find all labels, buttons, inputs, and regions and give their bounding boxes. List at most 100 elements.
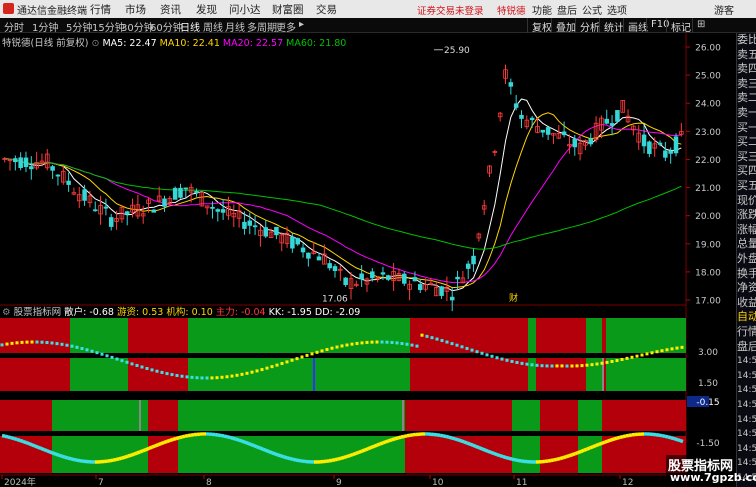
indicator-wave [463,440,468,445]
indicator-dot [135,363,139,367]
chevron-right-icon[interactable]: ▸ [299,19,304,30]
candle-body [247,220,253,226]
menu-item-xiaoda[interactable]: 问小达 [229,2,261,17]
period-tab[interactable]: 周线 [203,19,223,34]
quote-panel-item[interactable]: 14:50 [737,456,756,471]
quote-panel-item[interactable]: 14:50 [737,427,756,442]
indicator-band [52,400,148,431]
quote-panel-item[interactable]: 14:50 [737,354,756,369]
quote-panel-item[interactable]: 涨跌 [737,208,756,223]
quote-panel-item[interactable]: 买一 [737,121,756,136]
formula-button[interactable]: 公式 [582,2,602,17]
quote-panel-item[interactable]: 买五 [737,179,756,194]
quote-panel-item[interactable]: 14:50 [737,442,756,457]
indicator-band [0,400,52,431]
indicator-dot [110,355,114,359]
indicator-band [148,400,178,431]
settings-icon[interactable]: ⊙ [91,38,99,49]
quote-panel-item[interactable]: 换手 [737,267,756,282]
quote-panel-item[interactable]: 卖四 [737,62,756,77]
candle-body [540,129,546,133]
indicator-dot [425,334,429,338]
indicator-wave [28,442,33,447]
indicator-wave [658,433,663,438]
indicator-dot [590,363,594,367]
quote-panel-item[interactable]: 14:50 [737,398,756,413]
guest-button[interactable]: 游客 [714,2,734,17]
indicator-wave [7,435,12,440]
candle-body [508,82,514,87]
indicator-band [536,318,586,353]
indicator-wave [574,450,579,456]
period-tab[interactable]: 1分钟 [32,19,58,34]
candle-body [370,271,375,279]
quote-panel-item[interactable]: 涨幅 [737,223,756,238]
quote-panel-item[interactable]: 总量 [737,237,756,252]
menu-item-market[interactable]: 行情 [90,2,111,17]
grid-icon[interactable]: ⊞ [692,18,709,33]
indicator-dot [140,365,144,369]
indicator-item-kk: KK: -1.95 [268,307,312,318]
indicator-dot [505,358,509,362]
period-tab[interactable]: 5分钟 [66,19,92,34]
period-tab[interactable]: 30分钟 [121,19,154,34]
period-tab[interactable]: 分时 [4,19,24,34]
quote-panel-item[interactable]: 14:50 [737,369,756,384]
quote-panel-item[interactable]: 买三 [737,150,756,165]
quote-panel-item[interactable]: 14:50 [737,413,756,428]
menu-item-news[interactable]: 资讯 [160,2,181,17]
indicator-dot [500,357,504,361]
indicator-band [540,400,578,431]
quote-panel-item[interactable]: 卖二 [737,91,756,106]
indicator-wave [250,442,255,448]
quote-panel-item[interactable]: 卖一 [737,106,756,121]
quote-panel-item[interactable]: 盘后 [737,340,756,355]
menu-item-discover[interactable]: 发现 [196,2,217,17]
login-alert[interactable]: 证券交易未登录 [417,3,484,17]
period-tab[interactable]: 60分钟 [150,19,183,34]
quote-panel-item[interactable]: 外盘 [737,252,756,267]
more-tab[interactable]: 更多 [276,19,296,34]
kline-chart[interactable]: 26.00 25.00 24.00 23.00 22.00 21.00 20.00 19.00… [0,33,736,487]
indicator-dot [95,351,99,355]
indicator-wave [70,457,75,462]
indicator-wave [352,451,357,457]
period-tab[interactable]: 15分钟 [92,19,125,34]
candle-body [402,273,407,284]
quote-panel-item[interactable]: 14:50 [737,383,756,398]
indicator-tick-label: 1.50 [698,379,718,389]
quote-panel-item[interactable]: 行情 [737,325,756,340]
options-button[interactable]: 选项 [607,2,627,17]
quote-panel-item[interactable]: 收益 [737,296,756,311]
period-tab[interactable]: 多周期 [247,19,277,34]
menu-item-wealth[interactable]: 财富圈 [272,2,304,17]
quote-panel-item[interactable]: 委比 [737,33,756,48]
indicator-wave [373,443,378,448]
indicator-dot [330,346,334,350]
gear-icon[interactable]: ⚙ [2,307,11,318]
quote-panel-item[interactable]: 现价 [737,194,756,209]
candle-body [359,273,364,280]
quote-panel-item[interactable]: 卖三 [737,77,756,92]
indicator-wave [592,443,597,449]
after-hours-button[interactable]: 盘后 [557,2,577,17]
indicator-band [410,358,528,391]
quote-panel-item[interactable]: 买四 [737,164,756,179]
indicator-axis: 3.00 1.50 -0.15 -1.50 [687,348,720,449]
period-tab-active[interactable]: 日线 [180,19,200,34]
menu-item-trade[interactable]: 交易 [316,2,337,17]
indicator-dot [525,362,529,366]
period-tab[interactable]: 月线 [225,19,245,34]
candle-body [252,225,258,228]
indicator-dot [540,364,544,368]
candle-body [274,226,279,236]
function-button[interactable]: 功能 [532,2,552,17]
quote-panel-item[interactable]: 买二 [737,135,756,150]
mark-button[interactable]: 标记 [666,18,695,34]
menu-item-markets[interactable]: 市场 [125,2,146,17]
candle-body [673,136,679,154]
quote-panel-item[interactable]: 自动 [737,310,756,325]
quote-panel-item[interactable]: 卖五 [737,48,756,63]
stock-link[interactable]: 特锐德 [497,3,526,17]
quote-panel-item[interactable]: 净资 [737,281,756,296]
